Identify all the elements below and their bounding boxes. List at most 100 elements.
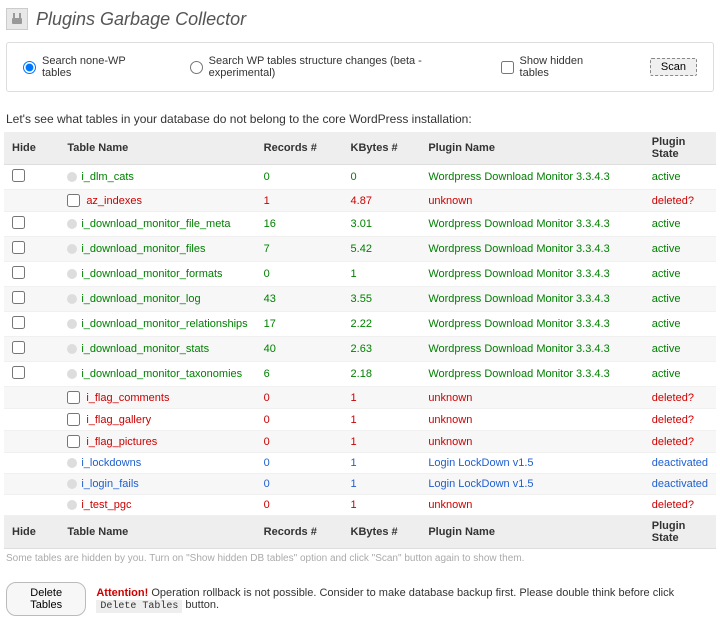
table-row: i_download_monitor_files75.42Wordpress D… xyxy=(4,237,716,262)
table-name: i_flag_comments xyxy=(86,392,169,404)
status-dot-icon xyxy=(67,369,77,379)
cell-rec: 0 xyxy=(256,453,343,474)
cell-plugin: Login LockDown v1.5 xyxy=(420,474,643,495)
cell-plugin: unknown xyxy=(420,495,643,516)
tf-plugin: Plugin Name xyxy=(420,516,643,549)
status-dot-icon xyxy=(67,219,77,229)
results-table: Hide Table Name Records # KBytes # Plugi… xyxy=(4,132,716,549)
table-name: i_download_monitor_log xyxy=(81,293,200,305)
table-row: i_download_monitor_log433.55Wordpress Do… xyxy=(4,287,716,312)
cell-state: active xyxy=(644,165,716,190)
radio-search-none-wp[interactable] xyxy=(23,61,36,74)
tf-records: Records # xyxy=(256,516,343,549)
cell-kb: 1 xyxy=(343,409,421,431)
sub-checkbox[interactable] xyxy=(67,413,80,426)
cell-plugin: Wordpress Download Monitor 3.3.4.3 xyxy=(420,337,643,362)
tf-kb: KBytes # xyxy=(343,516,421,549)
cell-kb: 0 xyxy=(343,165,421,190)
hidden-tables-note: Some tables are hidden by you. Turn on "… xyxy=(6,553,714,564)
cell-kb: 1 xyxy=(343,262,421,287)
sub-checkbox[interactable] xyxy=(67,435,80,448)
table-row: i_download_monitor_taxonomies62.18Wordpr… xyxy=(4,362,716,387)
status-dot-icon xyxy=(67,172,77,182)
status-dot-icon xyxy=(67,244,77,254)
th-kb: KBytes # xyxy=(343,132,421,165)
table-row: i_flag_gallery01unknowndeleted? xyxy=(4,409,716,431)
th-plugin: Plugin Name xyxy=(420,132,643,165)
cell-kb: 1 xyxy=(343,431,421,453)
table-name: i_test_pgc xyxy=(81,499,131,511)
hide-checkbox[interactable] xyxy=(12,216,25,229)
cell-state: active xyxy=(644,262,716,287)
hide-checkbox[interactable] xyxy=(12,366,25,379)
checkbox-show-hidden[interactable] xyxy=(501,61,514,74)
status-dot-icon xyxy=(67,294,77,304)
cell-rec: 0 xyxy=(256,262,343,287)
delete-tables-button[interactable]: Delete Tables xyxy=(6,582,86,616)
status-dot-icon xyxy=(67,479,77,489)
option-search-wp-changes[interactable]: Search WP tables structure changes (beta… xyxy=(190,55,451,79)
table-name: i_download_monitor_taxonomies xyxy=(81,368,242,380)
cell-state: active xyxy=(644,287,716,312)
option-search-none-wp[interactable]: Search none-WP tables xyxy=(23,55,140,79)
cell-kb: 1 xyxy=(343,453,421,474)
hide-checkbox[interactable] xyxy=(12,266,25,279)
cell-state: deactivated xyxy=(644,453,716,474)
table-name: i_download_monitor_relationships xyxy=(81,318,247,330)
cell-kb: 2.22 xyxy=(343,312,421,337)
cell-kb: 2.18 xyxy=(343,362,421,387)
table-name: i_lockdowns xyxy=(81,457,141,469)
cell-plugin: unknown xyxy=(420,431,643,453)
cell-rec: 6 xyxy=(256,362,343,387)
cell-state: active xyxy=(644,212,716,237)
table-row: i_download_monitor_formats01Wordpress Do… xyxy=(4,262,716,287)
scan-button[interactable]: Scan xyxy=(650,58,697,76)
cell-rec: 16 xyxy=(256,212,343,237)
warning-part2: button. xyxy=(182,599,219,611)
th-hide: Hide xyxy=(4,132,59,165)
table-row: i_download_monitor_file_meta163.01Wordpr… xyxy=(4,212,716,237)
table-row: i_dlm_cats00Wordpress Download Monitor 3… xyxy=(4,165,716,190)
cell-plugin: Wordpress Download Monitor 3.3.4.3 xyxy=(420,237,643,262)
table-name: i_flag_pictures xyxy=(86,436,157,448)
cell-plugin: Wordpress Download Monitor 3.3.4.3 xyxy=(420,212,643,237)
warning-text: Attention! Operation rollback is not pos… xyxy=(96,587,714,612)
cell-rec: 43 xyxy=(256,287,343,312)
cell-kb: 1 xyxy=(343,387,421,409)
table-row: i_download_monitor_relationships172.22Wo… xyxy=(4,312,716,337)
cell-kb: 3.01 xyxy=(343,212,421,237)
hide-checkbox[interactable] xyxy=(12,169,25,182)
cell-state: deleted? xyxy=(644,409,716,431)
table-name: i_download_monitor_stats xyxy=(81,343,209,355)
hide-checkbox[interactable] xyxy=(12,291,25,304)
cell-rec: 40 xyxy=(256,337,343,362)
hide-checkbox[interactable] xyxy=(12,241,25,254)
th-records: Records # xyxy=(256,132,343,165)
cell-rec: 7 xyxy=(256,237,343,262)
cell-rec: 0 xyxy=(256,165,343,190)
table-row: i_flag_comments01unknowndeleted? xyxy=(4,387,716,409)
cell-state: deactivated xyxy=(644,474,716,495)
radio-search-wp-changes[interactable] xyxy=(190,61,203,74)
cell-state: active xyxy=(644,362,716,387)
hide-checkbox[interactable] xyxy=(12,316,25,329)
cell-rec: 1 xyxy=(256,190,343,212)
sub-checkbox[interactable] xyxy=(67,391,80,404)
hide-checkbox[interactable] xyxy=(12,341,25,354)
cell-plugin: unknown xyxy=(420,387,643,409)
sub-checkbox[interactable] xyxy=(67,194,80,207)
cell-rec: 0 xyxy=(256,409,343,431)
cell-plugin: unknown xyxy=(420,409,643,431)
status-dot-icon xyxy=(67,269,77,279)
cell-rec: 0 xyxy=(256,431,343,453)
attention-label: Attention! xyxy=(96,587,148,599)
cell-plugin: Wordpress Download Monitor 3.3.4.3 xyxy=(420,287,643,312)
th-state: Plugin State xyxy=(644,132,716,165)
option-show-hidden[interactable]: Show hidden tables xyxy=(501,55,600,79)
cell-plugin: Login LockDown v1.5 xyxy=(420,453,643,474)
table-name: i_login_fails xyxy=(81,478,138,490)
tf-table: Table Name xyxy=(59,516,255,549)
table-row: i_download_monitor_stats402.63Wordpress … xyxy=(4,337,716,362)
tf-hide: Hide xyxy=(4,516,59,549)
cell-kb: 5.42 xyxy=(343,237,421,262)
